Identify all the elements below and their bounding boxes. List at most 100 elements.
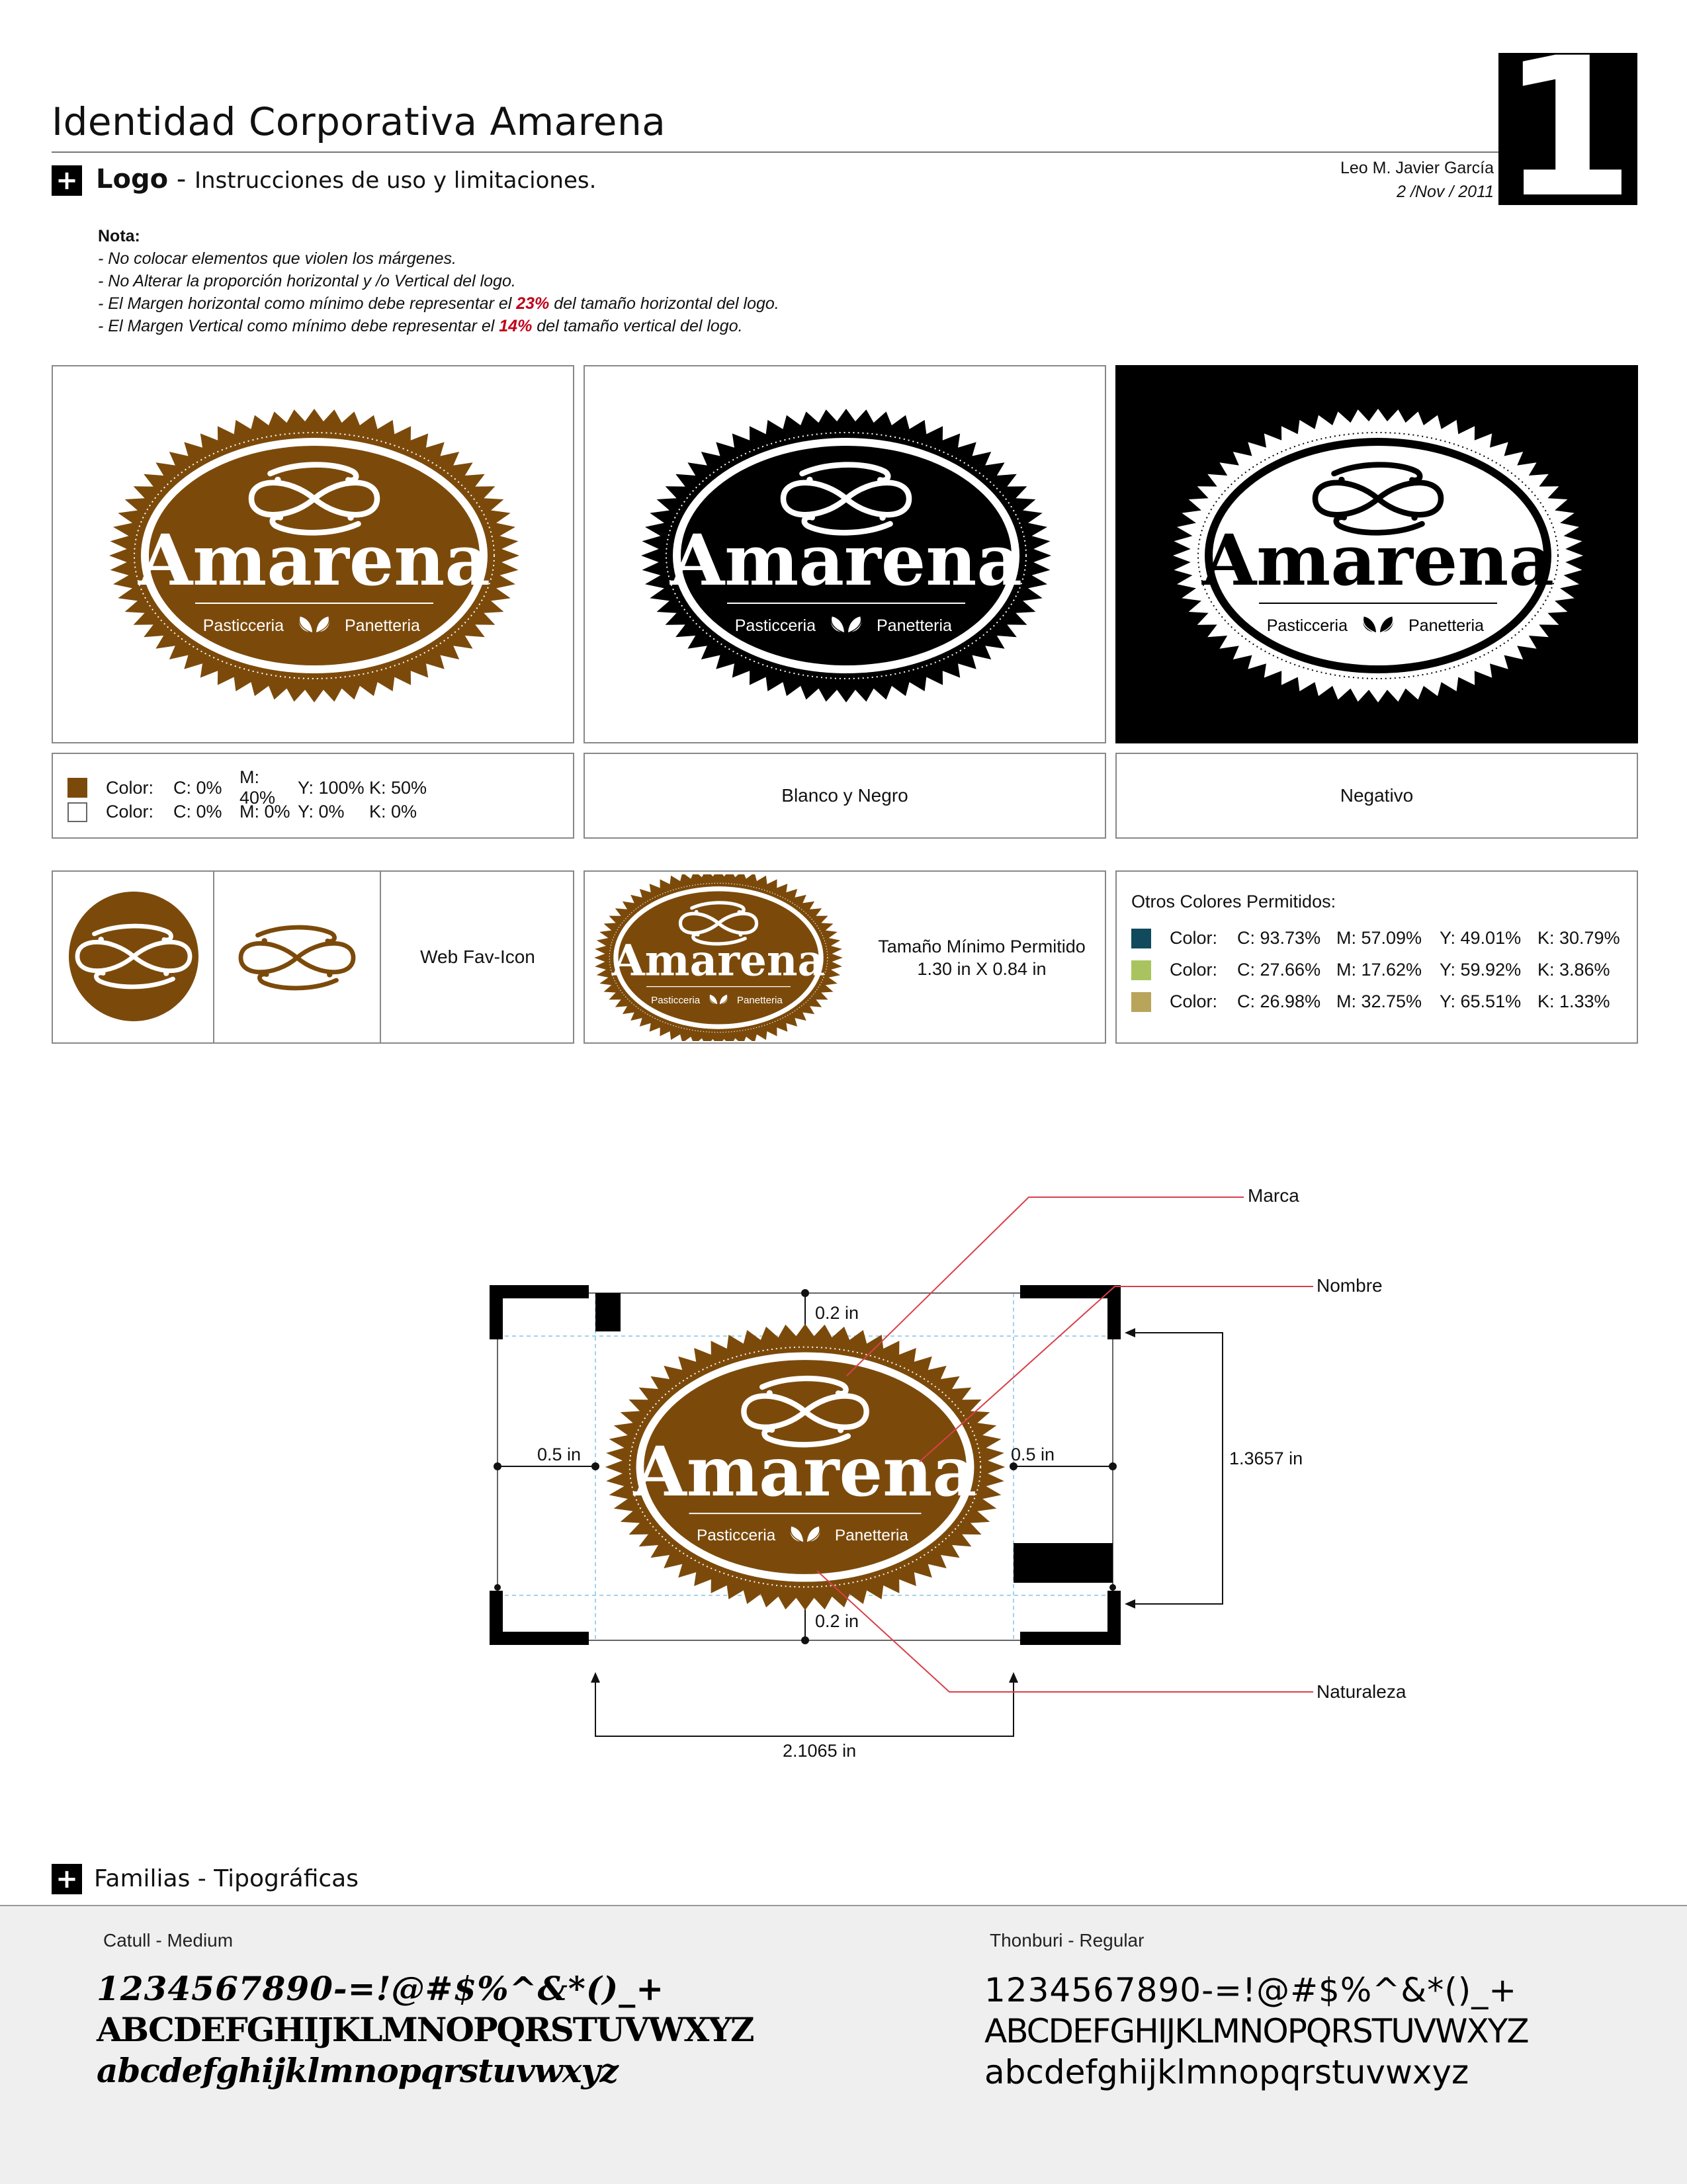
color-label: Color: xyxy=(1170,928,1218,948)
logo-section-title: Logo - Instrucciones de uso y limitacion… xyxy=(96,164,596,194)
bw-caption-panel: Blanco y Negro xyxy=(584,753,1106,839)
logo-negative-panel: Amarena Pasticceria Panetteria xyxy=(1115,365,1638,743)
teal-swatch xyxy=(1131,928,1151,948)
min-size-label: Tamaño Mínimo Permitido xyxy=(878,937,1086,956)
top-margin-label: 0.2 in xyxy=(815,1303,859,1323)
svg-text:Pasticceria: Pasticceria xyxy=(697,1527,776,1544)
header-rule xyxy=(52,151,1637,153)
bw-caption: Blanco y Negro xyxy=(781,785,908,806)
svg-text:Pasticceria: Pasticceria xyxy=(203,616,284,635)
cyan-value: C: 26.98% xyxy=(1237,991,1321,1011)
amarena-logo-negative: Amarena Pasticceria Panetteria xyxy=(1173,409,1583,702)
other-color-row: Color: C: 27.66% M: 17.62% Y: 59.92% K: … xyxy=(1131,960,1610,980)
key-value: K: 50% xyxy=(369,777,427,798)
height-dimension xyxy=(1128,1332,1223,1605)
amarena-logo-color: Amarena Pasticceria Panetteria xyxy=(109,409,519,702)
callout-marca: Marca xyxy=(1248,1185,1299,1206)
author-date: 2 /Nov / 2011 xyxy=(1397,183,1494,201)
bottom-margin-label: 0.2 in xyxy=(815,1611,859,1631)
magenta-value: M: 0% xyxy=(239,802,290,821)
logo-section-subtitle: Instrucciones de uso y limitaciones. xyxy=(194,167,597,194)
page-number: 1 xyxy=(1498,33,1637,225)
logo-section-label: Logo xyxy=(96,164,169,194)
svg-text:Panetteria: Panetteria xyxy=(737,995,783,1006)
cyan-value: C: 0% xyxy=(173,777,222,798)
min-size-panel: Amarena Pasticceria Panetteria Tamaño Míni… xyxy=(584,870,1106,1044)
yellow-value: Y: 65.51% xyxy=(1440,991,1522,1011)
notes-block: Nota: - No colocar elementos que violen … xyxy=(98,225,779,337)
min-size-caption: Tamaño Mínimo Permitido 1.30 in X 0.84 i… xyxy=(863,935,1101,980)
key-value: K: 0% xyxy=(369,802,417,821)
svg-text:Amarena: Amarena xyxy=(138,519,490,601)
color-label: Color: xyxy=(106,802,154,821)
magenta-value: M: 57.09% xyxy=(1336,928,1422,948)
favicon-caption: Web Fav-Icon xyxy=(420,946,535,967)
negative-caption: Negativo xyxy=(1340,785,1414,806)
khaki-swatch xyxy=(1131,991,1151,1012)
svg-text:Panetteria: Panetteria xyxy=(835,1527,908,1544)
amarena-logo-small: Amarena Pasticceria Panetteria xyxy=(594,874,843,1041)
yellow-value: Y: 49.01% xyxy=(1440,928,1522,948)
width-label: 2.1065 in xyxy=(783,1741,857,1761)
margin-diagram: Amarena Pasticceria Panetteria xyxy=(490,1197,1313,1737)
logo-color-panel: Amarena Pasticceria Panetteria xyxy=(52,365,574,743)
font2-uppercase: ABCDEFGHIJKLMNOPQRSTUVWXYZ xyxy=(984,2012,1530,2050)
color-label: Color: xyxy=(106,777,154,798)
white-swatch xyxy=(67,802,87,822)
notes-heading: Nota: xyxy=(98,227,140,245)
font1-lowercase: abcdefghijklmnopqrstuvwxyz xyxy=(97,2051,619,2090)
magenta-value: M: 17.62% xyxy=(1336,960,1422,980)
favicon-circle-icon xyxy=(69,892,198,1021)
svg-text:Pasticceria: Pasticceria xyxy=(1267,616,1348,635)
note-line-3: - El Margen horizontal como mínimo debe … xyxy=(98,292,779,315)
color-label: Color: xyxy=(1170,991,1218,1011)
typography-section-title: Familias - Tipográficas xyxy=(94,1865,359,1892)
color-spec-row-2: Color: C: 0% M: 0% Y: 0% K: 0% xyxy=(67,802,417,822)
svg-text:Panetteria: Panetteria xyxy=(1408,616,1484,635)
cyan-value: C: 0% xyxy=(173,802,222,821)
key-value: K: 1.33% xyxy=(1537,991,1610,1011)
other-color-row: Color: C: 26.98% M: 32.75% Y: 65.51% K: … xyxy=(1131,991,1610,1012)
amarena-logo-bw: Amarena Pasticceria Panetteria xyxy=(641,409,1051,702)
color-label: Color: xyxy=(1170,960,1218,980)
green-swatch xyxy=(1131,960,1151,980)
author-block: Leo M. Javier García 2 /Nov / 2011 xyxy=(1340,156,1494,204)
typography-footer: Catull - Medium Thonburi - Regular 12345… xyxy=(0,1905,1687,2184)
other-color-row: Color: C: 93.73% M: 57.09% Y: 49.01% K: … xyxy=(1131,928,1620,948)
author-name: Leo M. Javier García xyxy=(1340,159,1494,177)
key-value: K: 3.86% xyxy=(1537,960,1610,980)
font2-numbers: 1234567890-=!@#$%^&*()_+ xyxy=(984,1971,1518,2009)
svg-text:Amarena: Amarena xyxy=(670,519,1022,601)
note-line-2: - No Alterar la proporción horizontal y … xyxy=(98,272,516,290)
note-line-3-end: del tamaño horizontal del logo. xyxy=(549,294,779,313)
font2-lowercase: abcdefghijklmnopqrstuvwxyz xyxy=(984,2053,1469,2091)
other-colors-panel: Otros Colores Permitidos: Color: C: 93.7… xyxy=(1115,870,1638,1044)
svg-text:Pasticceria: Pasticceria xyxy=(735,616,816,635)
logo-bw-panel: Amarena Pasticceria Panetteria xyxy=(584,365,1106,743)
note-horizontal-percent: 23% xyxy=(516,294,550,313)
font1-uppercase: ABCDEFGHIJKLMNOPQRSTUVWXYZ xyxy=(97,2010,755,2049)
other-colors-title: Otros Colores Permitidos: xyxy=(1131,892,1336,911)
favicon-panel: Web Fav-Icon xyxy=(52,870,574,1044)
logo-section-separator: - xyxy=(176,164,187,194)
yellow-value: Y: 100% xyxy=(298,777,365,798)
right-margin-label: 0.5 in xyxy=(1011,1445,1055,1464)
note-line-1: - No colocar elementos que violen los má… xyxy=(98,249,456,268)
svg-text:Pasticceria: Pasticceria xyxy=(651,995,701,1006)
callout-nombre: Nombre xyxy=(1317,1275,1383,1296)
height-label: 1.3657 in xyxy=(1229,1449,1303,1468)
note-line-4-end: del tamaño vertical del logo. xyxy=(532,317,743,335)
flourish-mark-icon xyxy=(238,925,356,991)
color-spec-panel: Color: C: 0% M: 40% Y: 100% K: 50% Color… xyxy=(52,753,574,839)
svg-text:Amarena: Amarena xyxy=(633,1432,977,1512)
brown-swatch xyxy=(67,778,87,798)
cyan-value: C: 93.73% xyxy=(1237,928,1321,948)
svg-text:Panetteria: Panetteria xyxy=(877,616,952,635)
magenta-value: M: 32.75% xyxy=(1336,991,1422,1011)
logo-section-plus-icon[interactable]: + xyxy=(52,165,82,196)
page-title: Identidad Corporativa Amarena xyxy=(52,99,666,144)
svg-text:Amarena: Amarena xyxy=(611,937,825,986)
key-value: K: 30.79% xyxy=(1537,928,1620,948)
typography-section-plus-icon[interactable]: + xyxy=(52,1864,82,1894)
note-line-4: - El Margen Vertical como mínimo debe re… xyxy=(98,315,779,337)
